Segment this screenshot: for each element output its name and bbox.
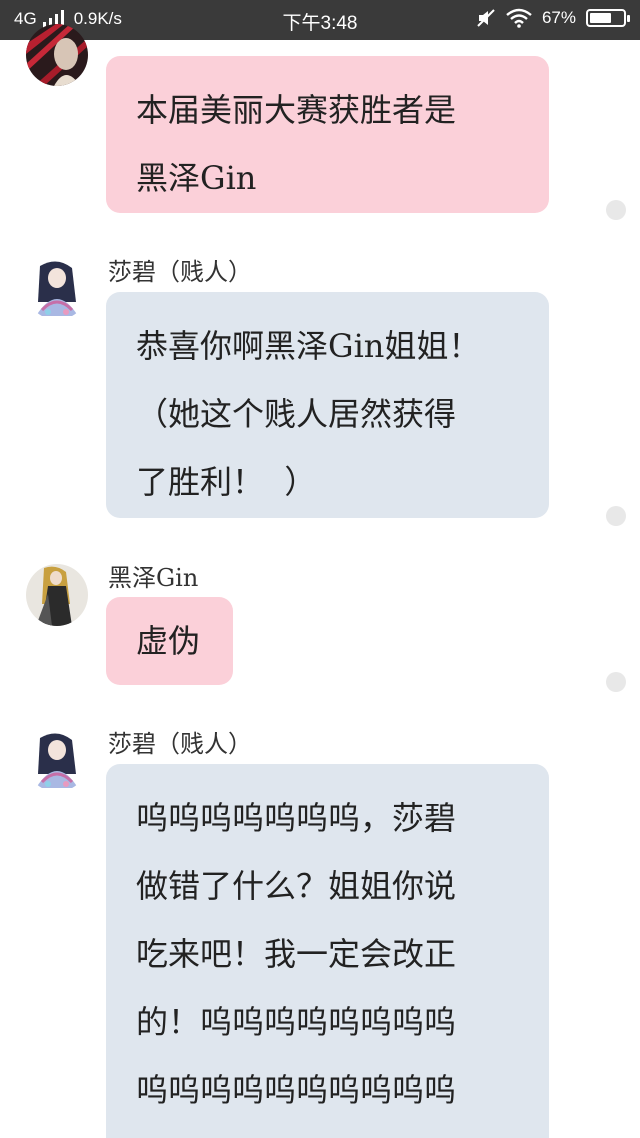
mute-icon <box>477 9 495 27</box>
read-status-dot <box>606 200 626 220</box>
sender-name: 莎碧（贱人） <box>108 258 252 286</box>
sender-name: 莎碧（贱人） <box>108 730 252 758</box>
sender-name: 黑泽Gin <box>108 564 199 592</box>
status-right: 67% <box>476 8 630 28</box>
avatar-image <box>26 730 88 792</box>
avatar[interactable] <box>26 564 88 626</box>
battery-icon <box>586 9 630 27</box>
read-status-dot <box>606 672 626 692</box>
avatar-image <box>26 24 88 86</box>
avatar[interactable] <box>26 258 88 320</box>
status-bar: 4G 0.9K/s 下午3:48 67% <box>0 0 640 40</box>
message-bubble[interactable]: 呜呜呜呜呜呜呜，莎碧 做错了什么？姐姐你说 吃来吧！我一定会改正 的！呜呜呜呜呜… <box>106 764 549 1138</box>
wifi-icon <box>506 8 532 28</box>
battery-percent: 67% <box>541 8 576 27</box>
message-bubble[interactable]: 本届美丽大赛获胜者是 黑泽Gin <box>106 56 549 213</box>
avatar[interactable] <box>26 730 88 792</box>
avatar-image <box>26 258 88 320</box>
battery-fill <box>590 13 611 23</box>
avatar[interactable] <box>26 24 88 86</box>
avatar-image <box>26 564 88 626</box>
read-status-dot <box>606 506 626 526</box>
message-bubble[interactable]: 恭喜你啊黑泽Gin姐姐！ （她这个贱人居然获得 了胜利！ ） <box>106 292 549 518</box>
message-bubble[interactable]: 虚伪 <box>106 597 233 685</box>
